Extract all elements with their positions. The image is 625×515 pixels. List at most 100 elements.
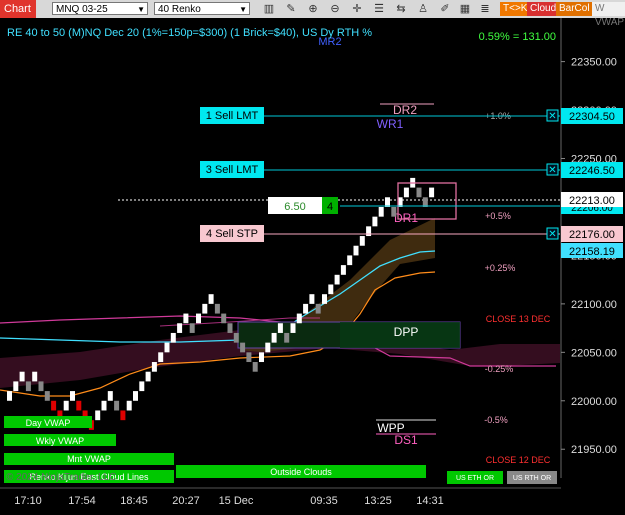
renko-brick: [25, 381, 31, 392]
renko-brick: [246, 352, 252, 363]
price-tick-label: 22350.00: [571, 57, 617, 69]
price-tick-label: 21950.00: [571, 444, 617, 456]
time-tick-label: 17:54: [68, 495, 96, 507]
chart-label: Chart: [0, 0, 36, 18]
cancel-order-1[interactable]: ✕: [546, 109, 559, 122]
order-4-label: 4 Sell STP: [206, 228, 258, 240]
renko-bricks: [7, 177, 435, 430]
renko-brick: [403, 187, 409, 198]
renko-brick: [378, 206, 384, 217]
order-3-button[interactable]: 3 Sell LMT: [200, 161, 264, 178]
minus-025-label: -0.25%: [485, 364, 514, 374]
strategy-icon[interactable]: ♙: [416, 2, 430, 16]
barcol-button[interactable]: BarCol: [556, 2, 593, 16]
price-order-3: 22246.50: [569, 165, 615, 177]
draw-icon[interactable]: ✐: [438, 2, 452, 16]
renko-brick: [19, 371, 25, 382]
sync-icon[interactable]: ⇆: [394, 2, 408, 16]
order-1-label: 1 Sell LMT: [206, 110, 259, 122]
renko-brick: [416, 187, 422, 198]
renko-brick: [107, 391, 113, 401]
renko-brick: [271, 332, 277, 343]
renko-brick: [126, 400, 132, 411]
renko-brick: [233, 332, 239, 343]
order-4-button[interactable]: 4 Sell STP: [200, 225, 264, 242]
chart-toolbar: Chart MNQ 03-25 ▼ 40 Renko ▼ ▥ ✎ ⊕ ⊖ ✛ ☰ ⇆…: [0, 0, 625, 28]
chevron-down-icon: ▼: [137, 5, 145, 14]
price-cyan: 22158.19: [569, 246, 615, 258]
renko-brick: [347, 255, 353, 266]
renko-brick: [372, 216, 378, 227]
price-tag-cyan: 22158.19: [561, 243, 623, 258]
symbol-selector[interactable]: MNQ 03-25 ▼: [52, 2, 148, 15]
renko-brick: [340, 265, 346, 275]
bar-type-value: 40 Renko: [158, 4, 201, 15]
close12-label: CLOSE 12 DEC: [486, 455, 551, 465]
renko-brick: [145, 371, 151, 382]
renko-brick: [139, 381, 145, 392]
renko-brick: [13, 381, 19, 392]
price-tag-order-1: 22304.50: [561, 108, 623, 124]
renko-chart[interactable]: DPP MR2 DR2 WR1 DR1 WPP DS1 +1.0% +0.5% …: [0, 18, 625, 510]
cloud-button[interactable]: Cloud: [527, 2, 560, 16]
price-tick-label: 22050.00: [571, 347, 617, 359]
mnt-vwap-tag: Mnt VWAP: [4, 453, 174, 465]
day-vwap-label: Day VWAP: [26, 418, 71, 428]
renko-brick: [221, 313, 227, 324]
renko-brick: [265, 342, 271, 353]
renko-brick: [259, 352, 264, 363]
renko-brick: [303, 303, 309, 314]
us-rth-tag[interactable]: US RTH OR: [507, 471, 557, 484]
ds1-label: DS1: [394, 433, 418, 447]
tk-button[interactable]: T<>K: [500, 2, 531, 16]
price-tag-order-3: 22246.50: [561, 162, 623, 178]
time-axis[interactable]: 17:10 17:54 18:45 20:27 15 Dec 09:35 13:25 14:3…: [14, 495, 444, 507]
day-vwap-tag: Day VWAP: [4, 416, 92, 428]
bar-chart-icon[interactable]: ▥: [262, 2, 276, 16]
wkly-vwap-label: Wkly VWAP: [36, 436, 84, 446]
time-tick-label: 09:35: [310, 495, 338, 507]
renko-brick: [70, 391, 75, 401]
zoom-in-icon[interactable]: ⊕: [306, 2, 320, 16]
cancel-order-3[interactable]: ✕: [546, 163, 559, 176]
price-order-1: 22304.50: [569, 111, 615, 123]
renko-brick: [101, 400, 107, 411]
pencil-icon[interactable]: ✎: [284, 2, 298, 16]
chart-area[interactable]: DPP MR2 DR2 WR1 DR1 WPP DS1 +1.0% +0.5% …: [0, 18, 625, 510]
time-tick-label: 18:45: [120, 495, 148, 507]
renko-brick: [359, 236, 365, 246]
us-eth-tag[interactable]: US ETH OR: [447, 471, 503, 484]
order-1-button[interactable]: 1 Sell LMT: [200, 107, 264, 124]
renko-brick: [164, 342, 170, 353]
renko-brick: [290, 323, 296, 333]
close-icon: ✕: [548, 111, 556, 122]
renko-brick: [353, 245, 359, 256]
renko-brick: [32, 371, 38, 382]
renko-brick: [322, 294, 327, 304]
close-icon: ✕: [548, 165, 556, 176]
wkly-vwap-tag: Wkly VWAP: [4, 434, 116, 446]
renko-brick: [208, 294, 214, 304]
crosshair-icon[interactable]: ✛: [350, 2, 364, 16]
grid-icon[interactable]: ▦: [458, 2, 472, 16]
renko-brick: [44, 391, 50, 401]
cancel-order-4[interactable]: ✕: [546, 227, 559, 240]
price-last: 22213.00: [569, 195, 615, 207]
renko-brick: [315, 303, 321, 314]
bar-type-selector[interactable]: 40 Renko ▼: [154, 2, 250, 15]
renko-brick: [227, 323, 233, 333]
renko-brick: [328, 284, 334, 295]
zoom-out-icon[interactable]: ⊖: [328, 2, 342, 16]
position-box[interactable]: 6.50 4: [268, 197, 338, 214]
dr2-label: DR2: [393, 103, 417, 117]
price-order-4: 22176.00: [569, 229, 615, 241]
minus-05-label: -0.5%: [484, 415, 508, 425]
wvwap-button[interactable]: W VWAP: [592, 2, 625, 28]
renko-brick: [133, 391, 138, 401]
list-icon[interactable]: ≣: [478, 2, 492, 16]
properties-icon[interactable]: ☰: [372, 2, 386, 16]
symbol-value: MNQ 03-25: [56, 4, 108, 15]
renko-brick: [95, 410, 101, 421]
renko-brick: [177, 323, 183, 333]
us-rth-label: US RTH OR: [513, 475, 551, 482]
